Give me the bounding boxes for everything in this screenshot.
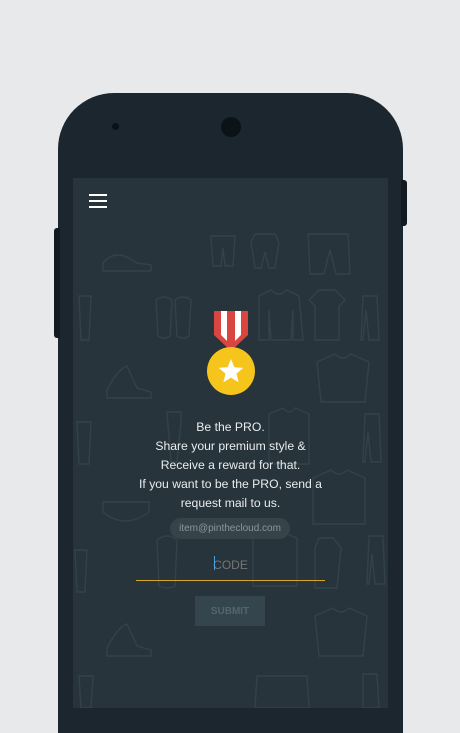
speaker-dot <box>112 123 119 130</box>
message-line-2: Share your premium style & <box>155 439 306 453</box>
message-line-5: request mail to us. <box>180 496 281 510</box>
text-cursor <box>214 556 215 570</box>
volume-button <box>54 228 60 338</box>
code-input[interactable] <box>136 550 325 581</box>
front-camera <box>221 117 241 137</box>
submit-button[interactable]: SUBMIT <box>195 596 265 626</box>
message-line-3: Receive a reward for that. <box>160 458 301 472</box>
pro-message: Be the PRO. Share your premium style & R… <box>73 418 388 513</box>
message-line-1: Be the PRO. <box>196 420 265 434</box>
power-button <box>401 180 407 226</box>
medal-star-icon <box>207 311 255 395</box>
hamburger-menu-icon[interactable] <box>89 194 107 208</box>
contact-email-link[interactable]: item@pinthecloud.com <box>170 518 290 539</box>
app-screen: Be the PRO. Share your premium style & R… <box>73 178 388 708</box>
message-line-4: If you want to be the PRO, send a <box>139 477 322 491</box>
